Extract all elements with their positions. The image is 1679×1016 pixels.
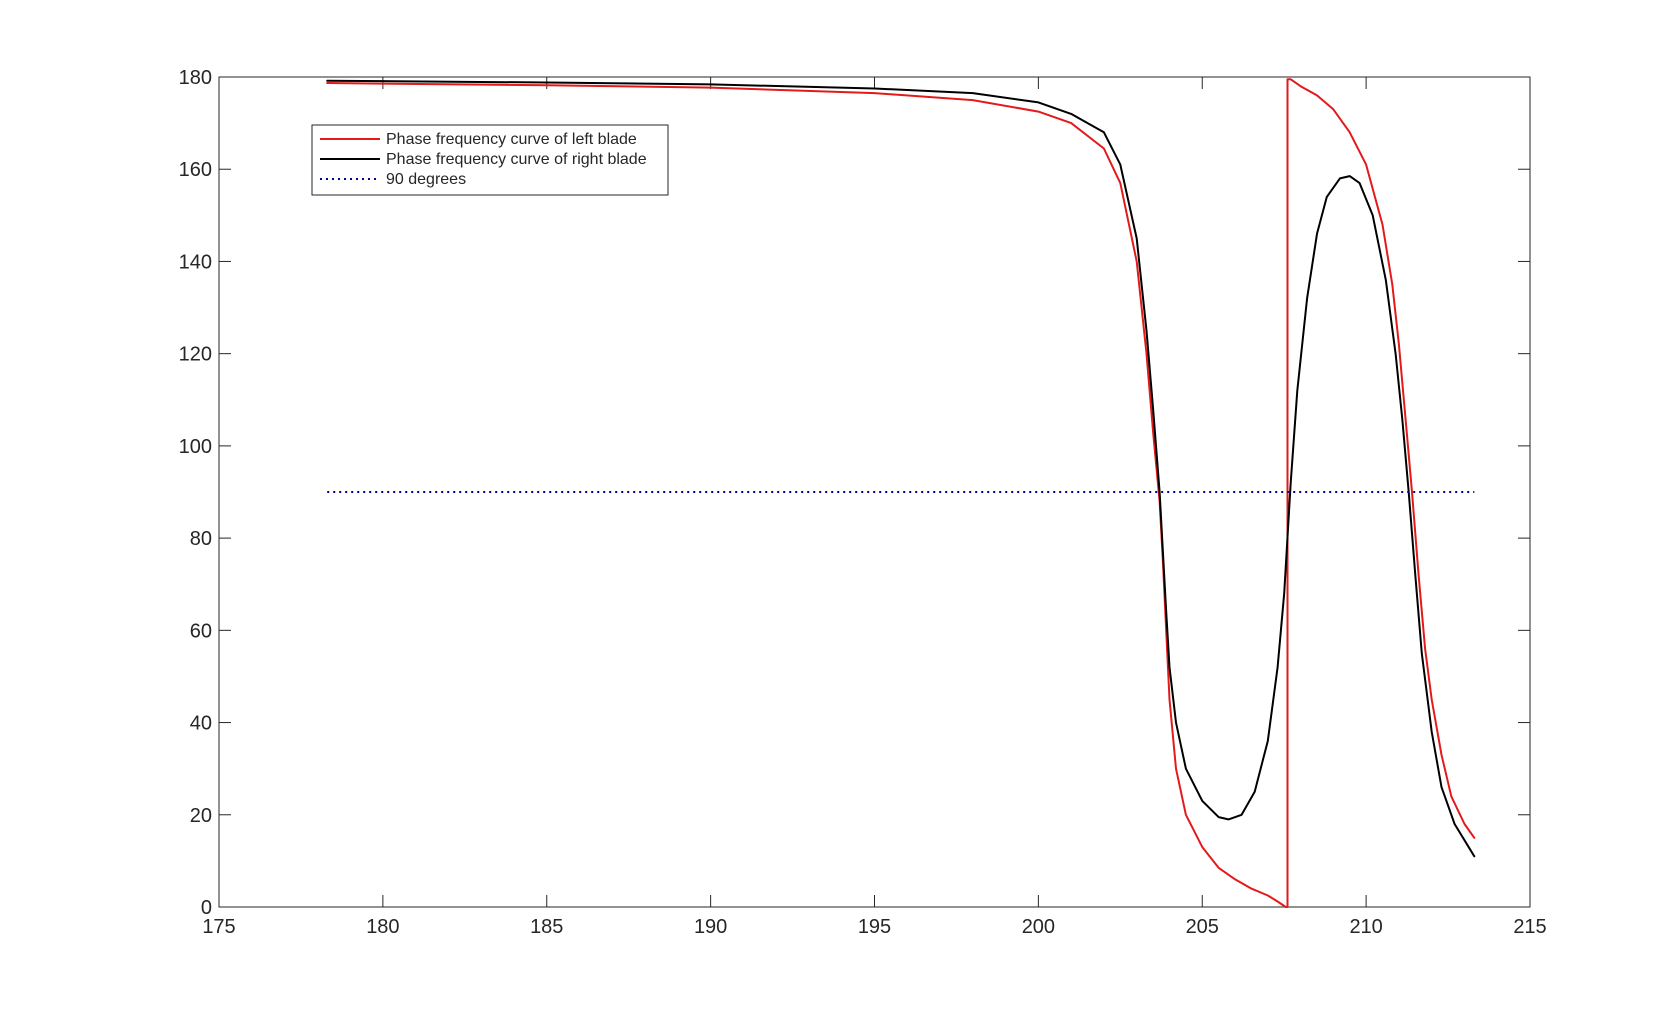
- y-tick-label: 20: [190, 805, 212, 827]
- legend-label-1: Phase frequency curve of left blade: [386, 131, 637, 148]
- x-tick-label: 210: [1349, 916, 1382, 938]
- y-tick-label: 160: [179, 159, 212, 181]
- x-tick-label: 180: [366, 916, 399, 938]
- y-tick-label: 180: [179, 67, 212, 89]
- y-tick-label: 40: [190, 713, 212, 735]
- x-tick-label: 185: [530, 916, 563, 938]
- y-tick-label: 0: [201, 897, 212, 919]
- legend: Phase frequency curve of left blade Phase…: [311, 124, 669, 196]
- x-tick-label: 195: [858, 916, 891, 938]
- y-tick-label: 80: [190, 528, 212, 550]
- x-tick-label: 200: [1022, 916, 1055, 938]
- x-tick-label: 190: [694, 916, 727, 938]
- x-tick-label: 175: [202, 916, 235, 938]
- phase-frequency-chart: 175 180 185 190 195 200 205 210 215 0 20 40 60 80 100 1…: [0, 0, 1679, 1011]
- y-tick-label: 60: [190, 620, 212, 642]
- y-tick-label: 140: [179, 251, 212, 273]
- plot-area-background: [0, 0, 1679, 1011]
- legend-label-3: 90 degrees: [386, 171, 466, 188]
- x-tick-label: 205: [1186, 916, 1219, 938]
- x-tick-label: 215: [1513, 916, 1546, 938]
- chart-container: 175 180 185 190 195 200 205 210 215 0 20 40 60 80 100 1…: [0, 0, 1679, 1011]
- y-tick-label: 120: [179, 344, 212, 366]
- y-tick-label: 100: [179, 436, 212, 458]
- legend-label-2: Phase frequency curve of right blade: [386, 151, 647, 168]
